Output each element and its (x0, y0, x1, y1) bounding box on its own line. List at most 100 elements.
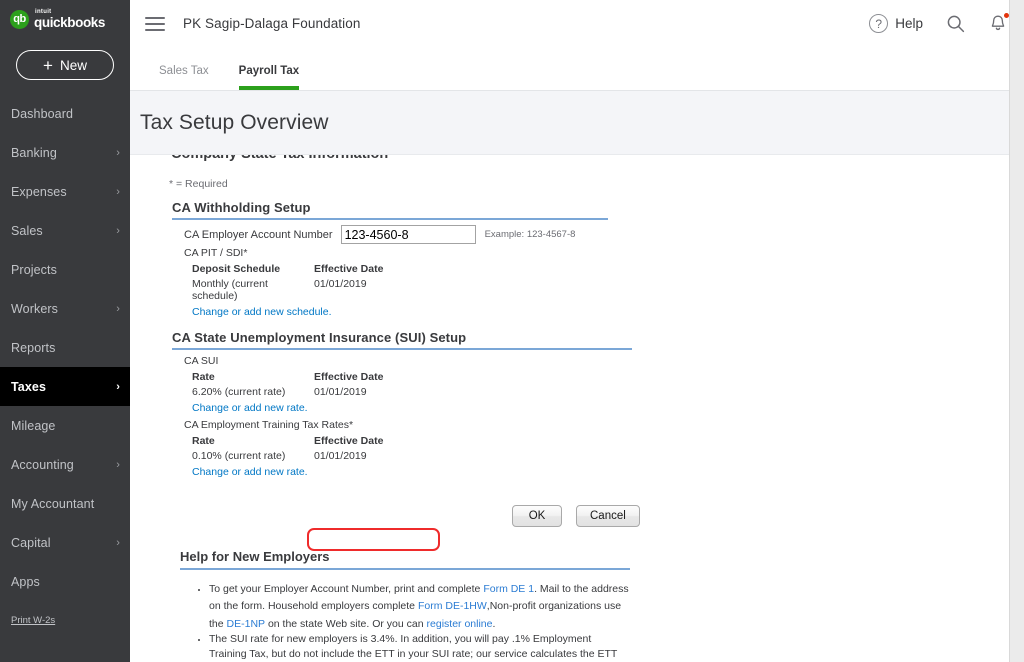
sidebar-item-projects[interactable]: Projects (0, 250, 130, 289)
right-scroll-gutter[interactable] (1010, 0, 1024, 662)
ett-effective-date-column-header: Effective Date (314, 435, 384, 447)
ett-rate-value: 0.10% (current rate) (192, 450, 286, 462)
content-scroll-region[interactable]: Company State Tax Information * = Requir… (130, 155, 1024, 662)
sidebar: qb intuit quickbooks + New Dashboard Ban… (0, 0, 130, 662)
new-button-label: New (59, 57, 87, 73)
chevron-right-icon: › (116, 185, 120, 198)
sidebar-item-label: Workers (11, 301, 59, 316)
sidebar-nav: Dashboard Banking › Expenses › Sales › P… (0, 94, 130, 601)
sui-rate-effective-date: 01/01/2019 (314, 386, 367, 398)
ett-rate-effective-date: 01/01/2019 (314, 450, 367, 462)
help-section-title: Help for New Employers (180, 549, 330, 564)
form-action-buttons: OK Cancel (172, 505, 1024, 527)
print-w2s-link[interactable]: Print W-2s (0, 615, 130, 626)
sidebar-item-workers[interactable]: Workers › (0, 289, 130, 328)
ok-button[interactable]: OK (512, 505, 562, 527)
change-or-add-new-rate-link-sui[interactable]: Change or add new rate. (192, 402, 308, 414)
chevron-right-icon: › (116, 458, 120, 471)
change-or-add-new-schedule-link[interactable]: Change or add new schedule. (192, 306, 332, 318)
sui-header-row: Rate Effective Date (172, 371, 1024, 383)
ett-rate-column-header: Rate (192, 435, 215, 447)
new-button[interactable]: + New (16, 50, 114, 80)
sidebar-item-label: Capital (11, 535, 51, 550)
help-b1-part1: To get your Employer Account Number, pri… (209, 583, 484, 595)
chevron-right-icon: › (116, 380, 120, 393)
ett-change-link-wrap: Change or add new rate. (172, 462, 1024, 480)
sidebar-item-dashboard[interactable]: Dashboard (0, 94, 130, 133)
app-root: qb intuit quickbooks + New Dashboard Ban… (0, 0, 1024, 662)
tab-bar: Sales Tax Payroll Tax (130, 47, 1024, 90)
sidebar-item-expenses[interactable]: Expenses › (0, 172, 130, 211)
sidebar-item-accounting[interactable]: Accounting › (0, 445, 130, 484)
chevron-right-icon: › (116, 224, 120, 237)
withholding-section-rule (172, 218, 608, 220)
search-button[interactable] (945, 13, 966, 34)
employer-account-number-input[interactable] (340, 225, 476, 244)
sidebar-item-label: Sales (11, 223, 43, 238)
ett-header-row: Rate Effective Date (172, 435, 1024, 447)
account-number-example: Example: 123-4567-8 (484, 229, 576, 240)
help-b1-part5: . (492, 617, 496, 630)
sidebar-item-banking[interactable]: Banking › (0, 133, 130, 172)
tab-payroll-tax[interactable]: Payroll Tax (238, 65, 300, 90)
help-bullet-sui-rate: The SUI rate for new employers is 3.4%. … (209, 632, 629, 662)
ett-rate-row: 0.10% (current rate) 01/01/2019 (172, 450, 1024, 462)
sidebar-item-reports[interactable]: Reports (0, 328, 130, 367)
help-label: Help (895, 16, 923, 31)
search-icon (947, 15, 965, 33)
register-online-link[interactable]: register online (427, 617, 493, 631)
company-name: PK Sagip-Dalaga Foundation (183, 16, 361, 31)
sui-section-rule (172, 348, 632, 350)
cancel-button[interactable]: Cancel (576, 505, 640, 527)
change-or-add-new-rate-link-ett[interactable]: Change or add new rate. (192, 466, 308, 478)
sidebar-item-label: Dashboard (11, 106, 74, 121)
tab-sales-tax[interactable]: Sales Tax (159, 65, 209, 90)
chevron-right-icon: › (116, 536, 120, 549)
top-bar: PK Sagip-Dalaga Foundation ? Help (130, 0, 1024, 47)
notifications-button[interactable] (988, 12, 1010, 34)
sidebar-item-label: Apps (11, 574, 40, 589)
sidebar-item-label: Banking (11, 145, 57, 160)
sidebar-item-label: My Accountant (11, 496, 95, 511)
sui-rate-value: 6.20% (current rate) (192, 386, 286, 398)
deposit-schedule-value: Monthly (current schedule) (192, 278, 268, 302)
question-mark-icon: ? (869, 14, 889, 33)
change-schedule-link-wrap: Change or add new schedule. (172, 302, 1024, 320)
top-bar-actions: ? Help (869, 12, 1010, 34)
sidebar-item-label: Reports (11, 340, 56, 355)
sidebar-item-my-accountant[interactable]: My Accountant (0, 484, 130, 523)
form-de-1-link[interactable]: Form DE 1 (483, 582, 534, 596)
main-area: PK Sagip-Dalaga Foundation ? Help Sales … (130, 0, 1024, 662)
sidebar-item-label: Expenses (11, 184, 67, 199)
plus-icon: + (43, 55, 53, 75)
de-1np-link[interactable]: DE-1NP (227, 617, 266, 631)
sidebar-item-sales[interactable]: Sales › (0, 211, 130, 250)
withholding-section-title: CA Withholding Setup (172, 200, 311, 215)
help-for-new-employers-section: Help for New Employers To get your Emplo… (130, 549, 1024, 662)
sui-rate-column-header: Rate (192, 371, 215, 383)
sidebar-item-taxes[interactable]: Taxes › (0, 367, 130, 406)
sidebar-item-mileage[interactable]: Mileage (0, 406, 130, 445)
page-title: Tax Setup Overview (140, 110, 329, 134)
quickbooks-logo[interactable]: qb intuit quickbooks (0, 0, 130, 38)
state-tax-form: CA Withholding Setup CA Employer Account… (130, 200, 1024, 527)
help-section-rule (180, 568, 630, 570)
page-title-band: Tax Setup Overview (130, 90, 1024, 155)
highlight-annotation-box (307, 528, 440, 551)
sidebar-item-capital[interactable]: Capital › (0, 523, 130, 562)
deposit-schedule-row: Monthly (current schedule) 01/01/2019 (172, 278, 1024, 302)
sui-section-title: CA State Unemployment Insurance (SUI) Se… (172, 330, 467, 345)
deposit-schedule-column-header: Deposit Schedule (192, 263, 281, 275)
deposit-schedule-header-row: Deposit Schedule Effective Date (172, 263, 1024, 275)
sidebar-item-label: Taxes (11, 379, 47, 394)
sui-change-link-wrap: Change or add new rate. (172, 398, 1024, 416)
form-de-1hw-link[interactable]: Form DE-1HW (418, 599, 487, 613)
employer-account-number-row: CA Employer Account Number Example: 123-… (172, 225, 1024, 244)
sidebar-item-label: Mileage (11, 418, 56, 433)
effective-date-column-header: Effective Date (314, 263, 384, 275)
company-state-tax-information-heading: Company State Tax Information (171, 155, 388, 162)
ca-sui-label: CA SUI (184, 355, 219, 367)
help-button[interactable]: ? Help (869, 14, 923, 33)
hamburger-menu-icon[interactable] (145, 16, 165, 31)
sidebar-item-apps[interactable]: Apps (0, 562, 130, 601)
